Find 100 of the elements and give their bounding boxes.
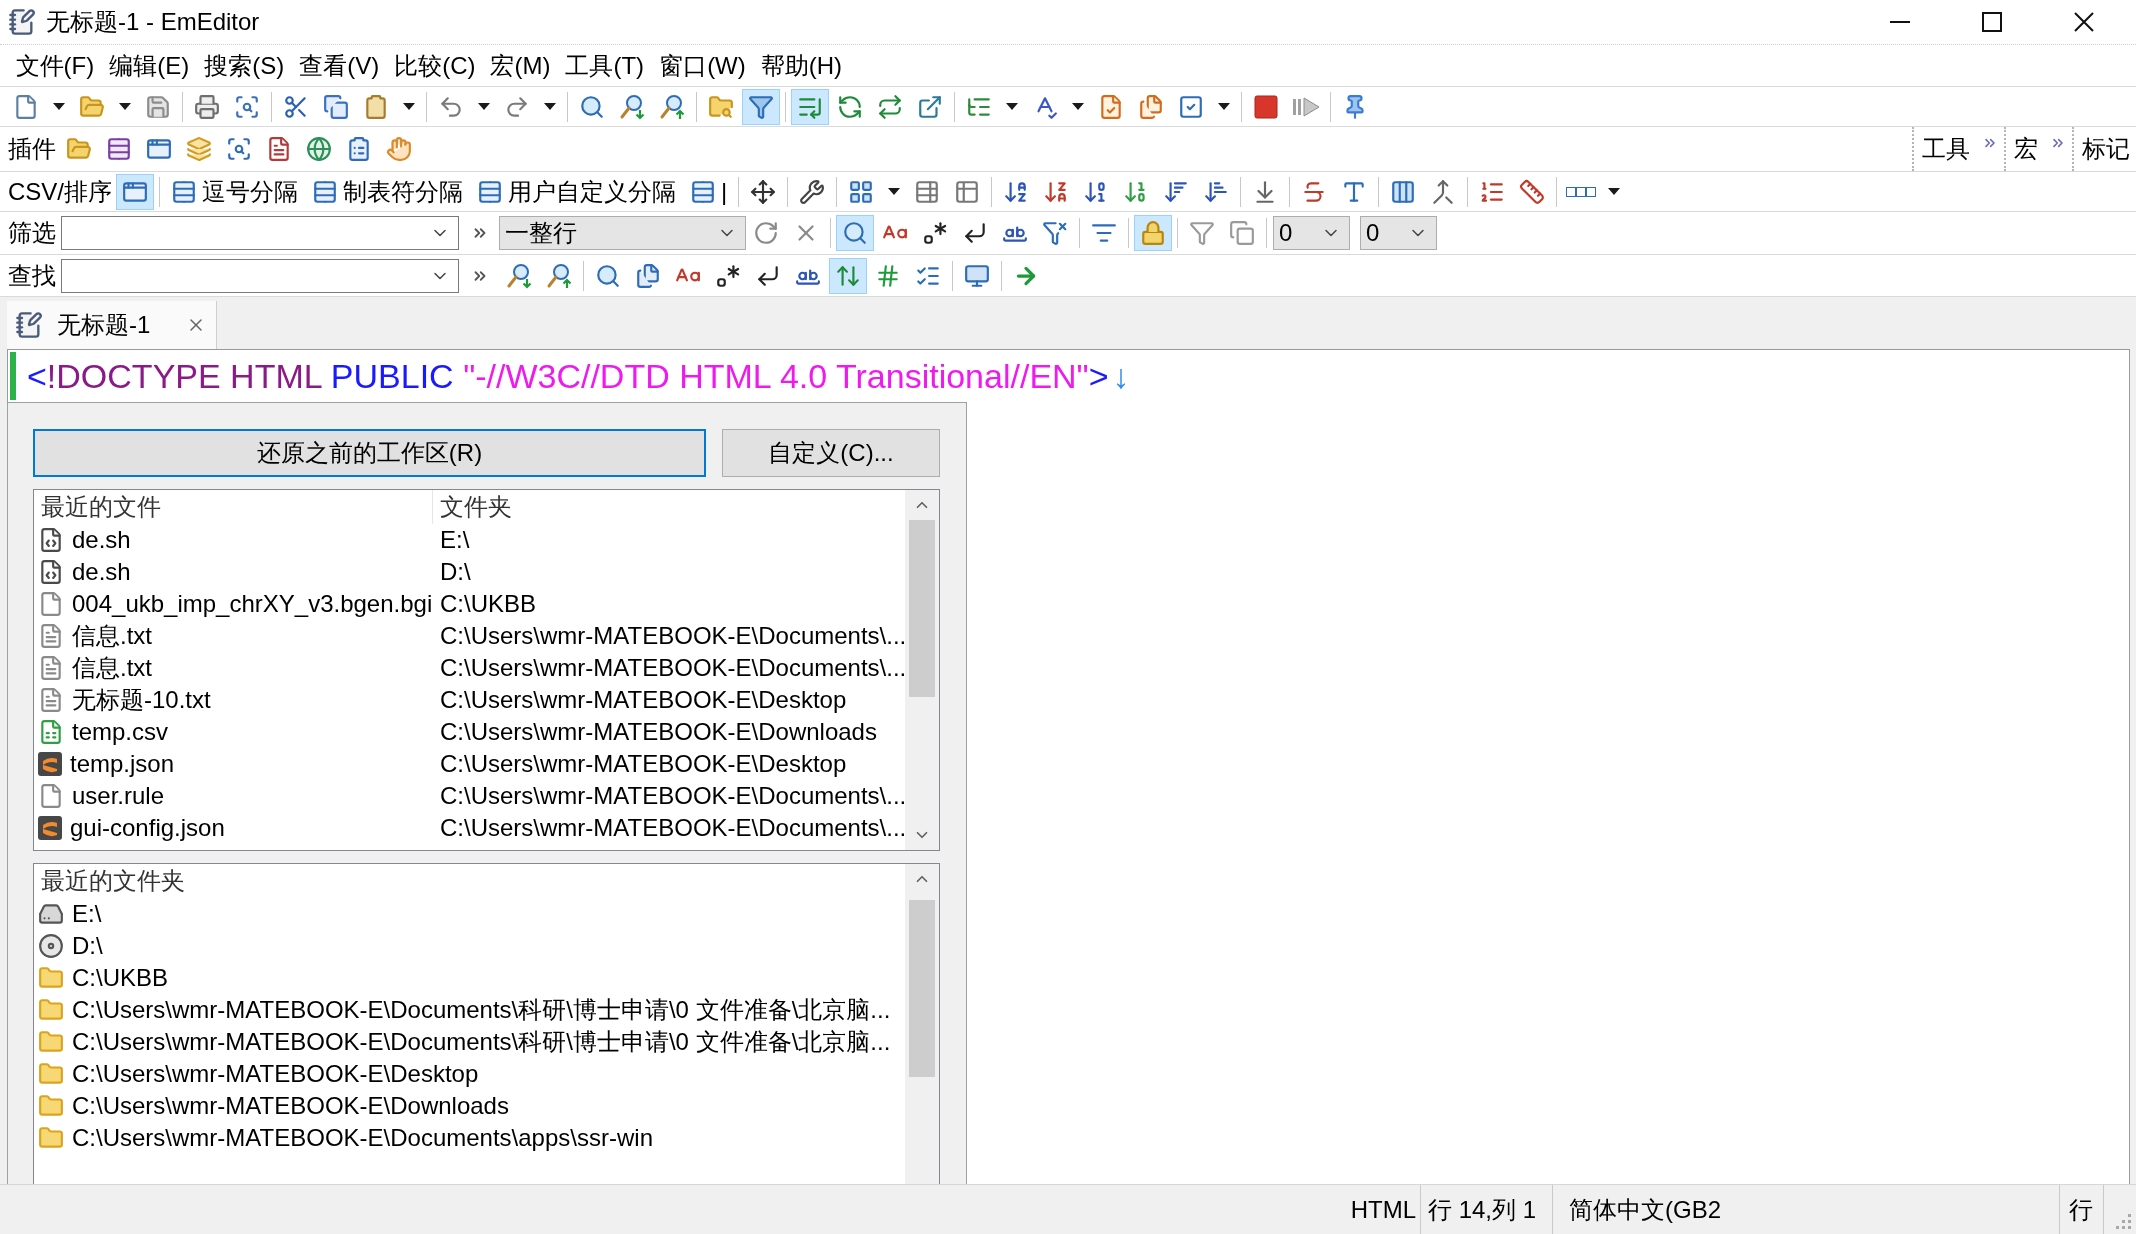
toolbar-band-title[interactable]: 标记 [2082,133,2130,165]
menu-item[interactable]: 比较(C) [386,49,483,82]
column-header[interactable]: 文件夹 [433,490,905,524]
columns-icon [1390,178,1417,205]
folder-icon [38,1093,64,1119]
file-name[interactable]: 无标题-10.txt [72,684,211,716]
table-icon [477,178,503,205]
notepad-pencil-icon [8,8,36,36]
play-icon [1292,95,1320,118]
document-tab[interactable]: 无标题-1 [7,301,217,349]
text-page-icon [38,687,64,713]
table-icon [171,178,197,205]
drive-icon [38,901,64,927]
padlock-icon [1140,220,1166,246]
scrollbar[interactable] [905,490,939,850]
layers-icon [186,136,212,162]
folder-path: C:\Users\wmr-MATEBOOK-E\Desktop [439,750,848,778]
delimiter-button[interactable]: 制表符分隔 [306,173,469,210]
magnifier-up-arrow-icon [659,93,685,120]
code-line: <!DOCTYPE HTML PUBLIC "-//W3C//DTD HTML 4.0 Transitional//EN">↓ [27,356,1130,396]
file-name[interactable]: 信息.txt [72,620,152,652]
magnifier-up-arrow-icon [546,262,572,289]
table-grid-icon [954,178,981,205]
caret-icon [1608,188,1621,195]
panel-button[interactable]: 还原之前的工作区(R) [33,429,706,477]
file-name[interactable]: gui-config.json [70,814,225,842]
filter-combobox[interactable] [61,216,459,250]
folder-path[interactable]: C:\Users\wmr-MATEBOOK-E\Desktop [72,1060,479,1088]
folder-path: C:\Users\wmr-MATEBOOK-E\Desktop [439,686,848,714]
caret-icon [119,103,131,110]
ruler-icon [1519,178,1546,205]
menu-item[interactable]: 搜索(S) [196,49,292,82]
column-header[interactable]: 最近的文件 [34,490,433,524]
globe-icon [306,136,332,162]
menu-item[interactable]: 文件(F) [8,49,102,82]
toolbar-band-title[interactable]: 宏 [2014,133,2038,165]
table-icon [106,136,132,162]
spreadsheet-page-icon [38,719,64,745]
table-icon [690,178,716,205]
clipboard-list-icon [346,136,372,162]
toolbar-label: 插件 [7,134,56,164]
funnel-cross-icon [1042,220,1068,246]
clipboard-icon [363,93,389,120]
file-name[interactable]: 信息.txt [72,652,152,684]
caret-icon [1072,103,1084,110]
disc-icon [38,933,64,959]
search-icon [842,220,868,246]
menu-item[interactable]: 查看(V) [291,49,387,82]
toolbar-label: 查找 [7,260,56,291]
status-field: HTML [1342,1185,1421,1234]
file-name[interactable]: 004_ukb_imp_chrXY_v3.bgen.bgi [72,590,433,618]
toolbar-band-title[interactable]: 工具 [1922,133,1970,165]
file-name[interactable]: de.sh [72,558,131,586]
panel-button[interactable]: 自定义(C)... [722,429,940,477]
scope-dropdown[interactable]: 一整行 [499,216,746,250]
magnifier-down-arrow-icon [506,262,532,289]
folder-path[interactable]: C:\Users\wmr-MATEBOOK-E\Documents\科研\博士申请\0 文件准备\北京脑... [72,1026,891,1058]
text-page-icon [38,623,64,649]
folder-path[interactable]: C:\Users\wmr-MATEBOOK-E\Documents\科研\博士申请\0 文件准备\北京脑... [72,994,891,1026]
menu-item[interactable]: 编辑(E) [101,49,197,82]
number-dropdown[interactable]: 0 [1273,216,1350,250]
hash-icon [875,262,901,289]
list-header: 最近的文件夹 [40,866,186,896]
folder-path[interactable]: D:\ [72,932,103,960]
return-arrow-icon [962,220,988,246]
scrollbar[interactable] [905,864,939,1184]
grid-icon [848,178,875,205]
table-form-icon [914,178,941,205]
status-field: 行 [2060,1185,2104,1234]
file-name[interactable]: temp.json [70,750,175,778]
delimiter-button[interactable]: | [684,173,734,210]
folder-icon [38,1029,64,1055]
delimiter-button[interactable]: 逗号分隔 [165,173,304,210]
status-field: 简体中文(GB2 [1553,1185,2060,1234]
folder-icon [38,965,64,991]
menu-item[interactable]: 工具(T) [557,49,652,82]
file-name[interactable]: user.rule [72,782,165,810]
minimize-icon [1890,21,1910,23]
file-name[interactable]: temp.csv [72,718,169,746]
copy-icon [1229,220,1255,246]
resize-grip-icon[interactable] [2116,1214,2132,1230]
circular-arrows-icon [837,93,863,120]
folder-path[interactable]: C:\Users\wmr-MATEBOOK-E\Documents\apps\ssr-win [72,1124,653,1152]
file-name[interactable]: de.sh [72,526,131,554]
menu-item[interactable]: 宏(M) [483,49,558,82]
funnel-icon [748,93,774,120]
scrollbar-thumb[interactable] [909,900,935,1077]
blank-page-icon [38,591,64,617]
menu-item[interactable]: 窗口(W) [651,49,754,82]
find-combobox[interactable] [61,258,459,293]
folder-path[interactable]: C:\Users\wmr-MATEBOOK-E\Downloads [72,1092,509,1120]
number-dropdown[interactable]: 0 [1360,216,1437,250]
code-page-icon [38,527,64,553]
folder-path[interactable]: C:\UKBB [72,964,169,992]
folder-path: E:\ [439,526,471,554]
folder-path[interactable]: E:\ [72,900,102,928]
menu-item[interactable]: 帮助(H) [753,49,850,82]
scrollbar-thumb[interactable] [909,520,935,697]
page-check-icon [1098,93,1124,120]
delimiter-button[interactable]: 用户自定义分隔 [471,173,682,210]
